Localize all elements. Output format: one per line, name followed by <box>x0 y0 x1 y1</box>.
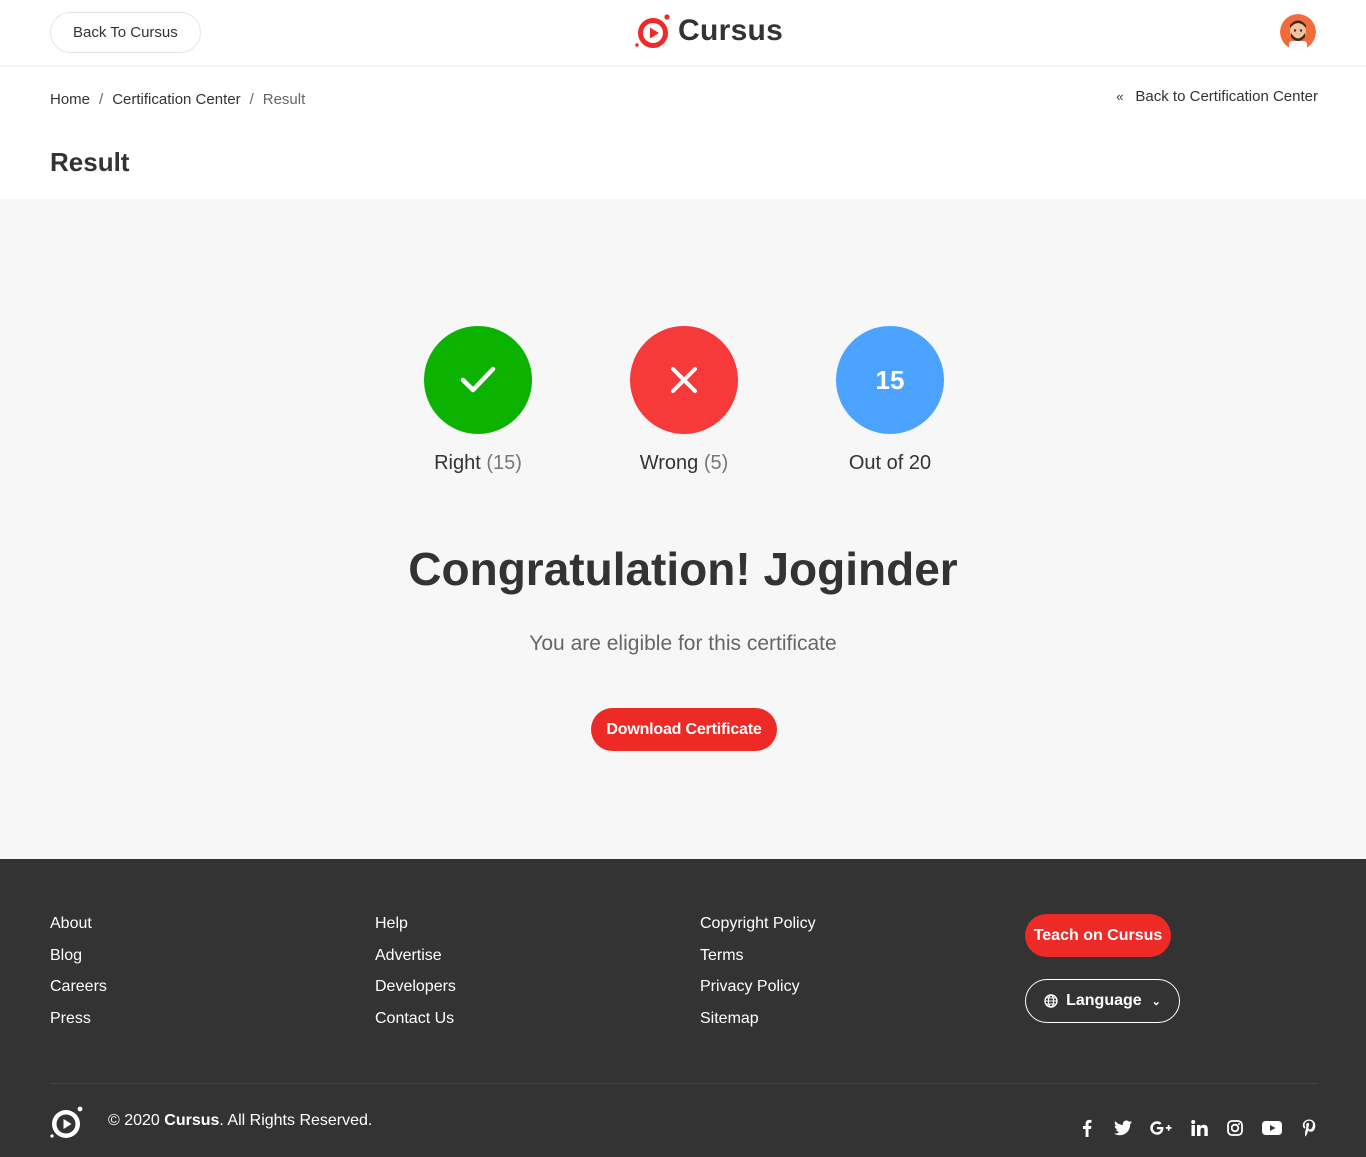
twitter-icon[interactable] <box>1114 1118 1132 1138</box>
right-circle <box>424 326 532 434</box>
language-label: Language <box>1066 992 1142 1009</box>
footer-column-2: Help Advertise Developers Contact Us <box>375 914 456 1040</box>
facebook-icon[interactable] <box>1078 1118 1096 1138</box>
footer-link-help[interactable]: Help <box>375 914 456 946</box>
footer-link-contact-us[interactable]: Contact Us <box>375 1009 456 1041</box>
social-links <box>1078 1118 1318 1138</box>
right-answers-stat: Right (15) <box>398 326 558 475</box>
footer-link-careers[interactable]: Careers <box>50 977 107 1009</box>
youtube-icon[interactable] <box>1262 1118 1282 1138</box>
close-icon <box>671 367 697 393</box>
teach-on-cursus-button[interactable]: Teach on Cursus <box>1025 914 1171 957</box>
footer-link-advertise[interactable]: Advertise <box>375 946 456 978</box>
wrong-circle <box>630 326 738 434</box>
footer-link-copyright-policy[interactable]: Copyright Policy <box>700 914 816 946</box>
double-chevron-left-icon: « <box>1116 89 1124 104</box>
score-circle: 15 <box>836 326 944 434</box>
right-label: Right (15) <box>434 452 522 474</box>
footer-link-privacy-policy[interactable]: Privacy Policy <box>700 977 816 1009</box>
footer-divider <box>50 1083 1318 1084</box>
chevron-down-icon: ⌄ <box>1151 995 1161 1008</box>
copyright-text: © 2020 Cursus. All Rights Reserved. <box>108 1112 373 1129</box>
footer-link-terms[interactable]: Terms <box>700 946 816 978</box>
brand-name: Cursus <box>678 14 784 47</box>
back-to-cursus-button[interactable]: Back To Cursus <box>50 12 201 53</box>
checkmark-icon <box>460 366 496 393</box>
breadcrumb-current: Result <box>262 91 306 108</box>
footer-link-about[interactable]: About <box>50 914 107 946</box>
score-stat: 15 Out of 20 <box>810 326 970 475</box>
logo-play-icon <box>634 12 672 50</box>
globe-icon <box>1044 994 1058 1008</box>
footer: About Blog Careers Press Help Advertise … <box>0 859 1366 1157</box>
breadcrumb-separator: / <box>249 91 254 108</box>
title-section: Home / Certification Center / Result « B… <box>0 67 1366 199</box>
instagram-icon[interactable] <box>1226 1118 1244 1138</box>
footer-column-3: Copyright Policy Terms Privacy Policy Si… <box>700 914 816 1040</box>
back-link-label: Back to Certification Center <box>1135 88 1318 105</box>
footer-link-press[interactable]: Press <box>50 1009 107 1041</box>
linkedin-icon[interactable] <box>1190 1118 1208 1138</box>
footer-link-developers[interactable]: Developers <box>375 977 456 1009</box>
footer-link-sitemap[interactable]: Sitemap <box>700 1009 816 1041</box>
breadcrumb-certification-center[interactable]: Certification Center <box>112 91 240 108</box>
footer-logo-icon[interactable] <box>50 1105 84 1139</box>
language-dropdown[interactable]: Language ⌄ <box>1025 979 1180 1023</box>
google-plus-icon[interactable] <box>1150 1118 1172 1138</box>
top-header: Back To Cursus Cursus <box>0 0 1366 66</box>
wrong-label: Wrong (5) <box>639 452 729 474</box>
back-to-certification-center-link[interactable]: « Back to Certification Center <box>1116 88 1318 105</box>
eligibility-text: You are eligible for this certificate <box>529 632 837 655</box>
user-avatar[interactable] <box>1280 14 1316 50</box>
footer-column-1: About Blog Careers Press <box>50 914 107 1040</box>
cursus-logo[interactable]: Cursus <box>634 11 783 51</box>
score-value: 15 <box>875 364 905 395</box>
wrong-answers-stat: Wrong (5) <box>604 326 764 475</box>
breadcrumb-home[interactable]: Home <box>50 91 90 108</box>
pinterest-icon[interactable] <box>1300 1118 1318 1138</box>
breadcrumb-separator: / <box>99 91 104 108</box>
breadcrumb: Home / Certification Center / Result <box>50 91 305 108</box>
congratulation-heading: Congratulation! Joginder <box>408 543 958 595</box>
page-title: Result <box>50 147 130 177</box>
footer-link-blog[interactable]: Blog <box>50 946 107 978</box>
download-certificate-button[interactable]: Download Certificate <box>591 708 777 751</box>
out-of-label: Out of 20 <box>848 452 932 474</box>
